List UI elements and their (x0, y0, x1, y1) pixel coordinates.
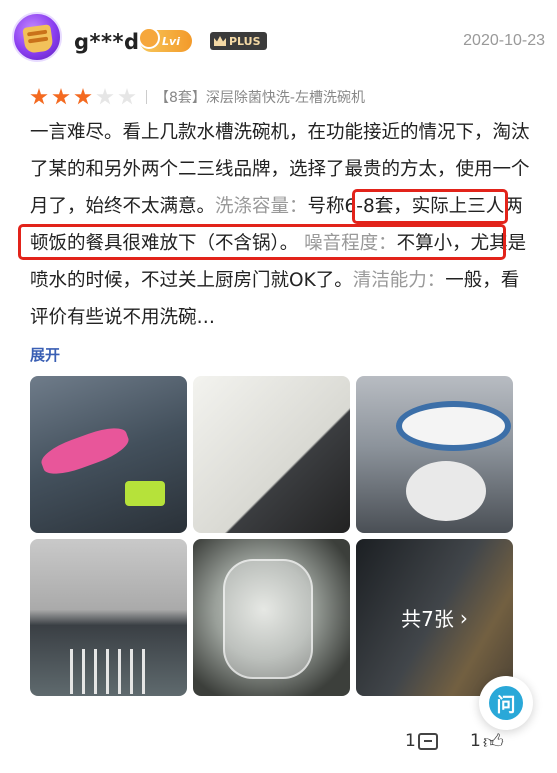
product-spec: 【8套】深层除菌快洗-左槽洗碗机 (155, 90, 365, 106)
review-date: 2020-10-23 (463, 32, 545, 49)
noise-label: 噪音程度： (304, 233, 397, 254)
clean-label: 清洁能力： (352, 270, 446, 291)
rating-row: 【8套】深层除菌快洗-左槽洗碗机 (30, 86, 365, 108)
star-filled-icon (52, 88, 70, 105)
dish-shape (37, 421, 133, 481)
avatar-image-icon (22, 24, 54, 54)
like-action[interactable]: 1 👍︎ (470, 728, 504, 753)
ask-icon: 问 (489, 686, 523, 720)
plate-shape (396, 401, 511, 451)
photo-count-label: 共7张 (401, 607, 454, 631)
star-empty-icon (118, 88, 136, 105)
thumbs-up-icon: 👍︎ (482, 728, 504, 753)
star-filled-icon (74, 88, 92, 105)
photo-thumbnail[interactable] (356, 376, 513, 533)
photo-thumbnail[interactable] (193, 376, 350, 533)
glass-shape (223, 559, 313, 679)
pig-icon (138, 27, 160, 49)
user-avatar[interactable] (12, 12, 62, 62)
photo-gallery: 共7张 › (30, 376, 513, 736)
plus-badge: PLUS (210, 32, 267, 50)
comment-count: 1 (405, 731, 416, 751)
level-badge: Lvi (138, 27, 192, 52)
comment-action[interactable]: 1 (405, 730, 438, 752)
capacity-label: 洗涤容量： (215, 196, 308, 217)
star-empty-icon (96, 88, 114, 105)
dish-shape (125, 481, 165, 506)
divider (146, 90, 147, 104)
more-photos-overlay[interactable]: 共7张 › (356, 539, 513, 696)
rack-shape (70, 649, 150, 694)
star-filled-icon (30, 88, 48, 105)
bowl-shape (406, 461, 486, 521)
expand-link[interactable]: 展开 (30, 344, 60, 365)
photo-thumbnail[interactable] (30, 539, 187, 696)
comment-icon (417, 732, 438, 750)
username[interactable]: g***d (74, 30, 140, 54)
photo-thumbnail[interactable] (193, 539, 350, 696)
ask-button[interactable]: 问 (479, 676, 533, 730)
plus-badge-label: PLUS (229, 34, 261, 48)
review-text: 一言难尽。看上几款水槽洗碗机，在功能接近的情况下，淘汰了某的和另外两个二三线品牌… (30, 114, 530, 336)
photo-thumbnail-more[interactable]: 共7张 › (356, 539, 513, 696)
review-header: g***d Lvi PLUS 2020-10-23 (12, 12, 545, 68)
crown-icon (214, 36, 226, 46)
like-count: 1 (470, 731, 481, 751)
level-badge-label: Lvi (162, 34, 180, 48)
chevron-right-icon: › (459, 605, 468, 630)
photo-thumbnail[interactable] (30, 376, 187, 533)
